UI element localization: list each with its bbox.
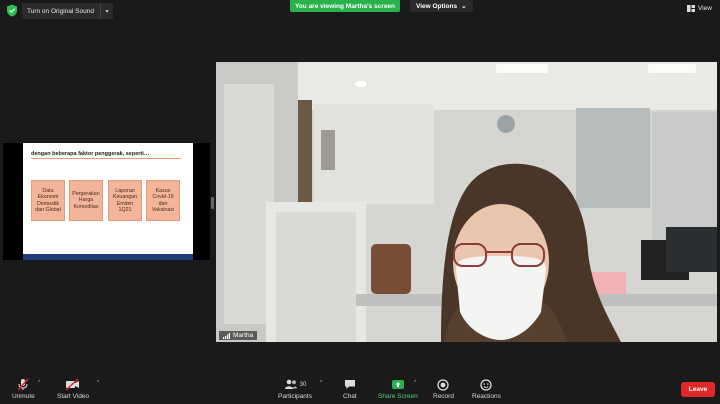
video-off-icon[interactable] — [65, 378, 81, 391]
start-video-button[interactable]: Start Video — [57, 378, 89, 400]
emoji-icon[interactable] — [480, 378, 493, 391]
view-label[interactable]: View — [698, 5, 712, 12]
chat-label[interactable]: Chat — [343, 393, 357, 400]
slide-footer — [23, 254, 193, 260]
participants-count: 30 — [299, 381, 307, 388]
participant-name-tag: Martha — [219, 331, 258, 340]
unmute-label[interactable]: Unmute — [12, 393, 35, 400]
original-sound-label[interactable]: Turn on Original Sound — [22, 8, 100, 15]
shield-icon[interactable] — [6, 4, 18, 17]
slide-box: Data Ekonomi Domestik dan Global — [31, 180, 65, 221]
slide-title: dengan beberapa faktor penggerak, sepert… — [31, 151, 150, 157]
caret-up-icon[interactable]: ^ — [320, 380, 322, 386]
meeting-toolbar: Unmute ^ Start Video ^ 30 Participants ^… — [0, 374, 720, 404]
viewing-banner: You are viewing Martha's screen — [290, 0, 400, 12]
share-screen-label[interactable]: Share Screen — [378, 393, 418, 400]
shared-screen: dengan beberapa faktor penggerak, sepert… — [3, 143, 210, 260]
original-sound-button[interactable]: Turn on Original Sound ▾ — [22, 3, 113, 19]
resize-handle[interactable] — [211, 197, 214, 209]
record-label[interactable]: Record — [433, 393, 454, 400]
participants-label[interactable]: Participants — [278, 393, 312, 400]
chevron-down-icon: ⌄ — [461, 3, 467, 10]
top-bar: Turn on Original Sound ▾ You are viewing… — [0, 0, 720, 22]
caret-up-icon[interactable]: ^ — [38, 380, 40, 386]
view-options-label[interactable]: View Options — [416, 3, 457, 10]
caret-up-icon[interactable]: ^ — [97, 380, 99, 386]
reactions-button[interactable]: Reactions — [472, 378, 501, 400]
grid-icon — [687, 5, 696, 12]
chat-icon[interactable] — [344, 378, 356, 391]
share-screen-button[interactable]: Share Screen — [378, 378, 418, 400]
participant-name: Martha — [233, 332, 254, 339]
unmute-button[interactable]: Unmute — [12, 378, 35, 400]
reactions-label[interactable]: Reactions — [472, 393, 501, 400]
video-frame — [216, 62, 717, 342]
caret-up-icon[interactable]: ^ — [414, 380, 416, 386]
presentation-slide: dengan beberapa faktor penggerak, sepert… — [23, 143, 193, 260]
mic-muted-icon[interactable] — [16, 378, 30, 391]
chevron-down-icon[interactable]: ▾ — [99, 3, 113, 19]
share-screen-icon[interactable] — [391, 378, 405, 391]
slide-divider — [31, 158, 181, 159]
start-video-label[interactable]: Start Video — [57, 393, 89, 400]
chat-button[interactable]: Chat — [343, 378, 357, 400]
slide-box: Pergerakan Harga Komoditas — [69, 180, 103, 221]
slide-box: Laporan Keuangan Emiten 1Q21 — [108, 180, 142, 221]
participants-icon[interactable]: 30 — [284, 378, 307, 391]
slide-box: Kasus Covid-19 dan Vaksinasi — [146, 180, 180, 221]
participant-video[interactable]: Martha — [216, 62, 717, 342]
signal-icon — [223, 332, 230, 339]
leave-button[interactable]: Leave — [681, 382, 715, 397]
view-button[interactable]: View — [687, 5, 712, 12]
record-button[interactable]: Record — [433, 378, 454, 400]
record-icon[interactable] — [437, 378, 450, 391]
participants-button[interactable]: 30 Participants — [278, 378, 312, 400]
view-options-button[interactable]: View Options ⌄ — [410, 0, 473, 12]
